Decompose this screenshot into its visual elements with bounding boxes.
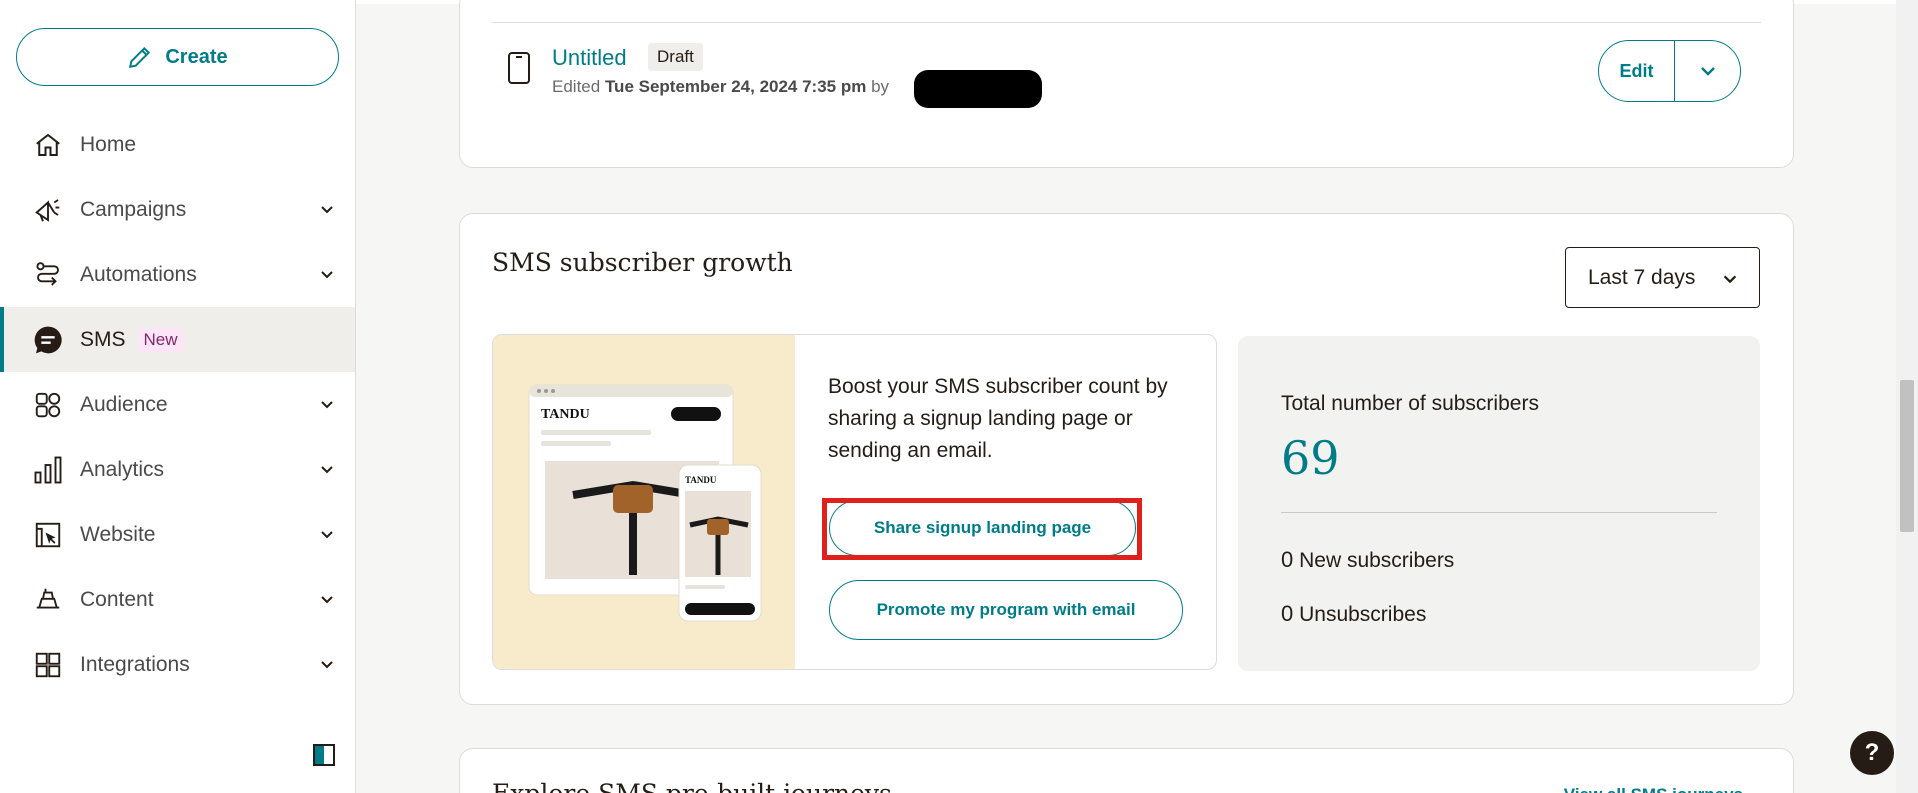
home-icon <box>32 129 64 161</box>
chevron-down-icon <box>321 271 333 279</box>
sidebar-item-sms[interactable]: SMS New <box>0 307 355 372</box>
edit-button[interactable]: Edit <box>1599 41 1675 101</box>
art-brand-text-small: TANDU <box>685 475 717 485</box>
create-label: Create <box>165 45 228 68</box>
chevron-down-icon <box>321 206 333 214</box>
sidebar-item-label: Audience <box>80 392 168 416</box>
divider <box>1281 512 1717 513</box>
divider <box>492 22 1761 23</box>
new-subscribers-label: New subscribers <box>1299 549 1455 572</box>
promo-panel: TANDU TANDU Boost your SMS subscriber co… <box>492 334 1217 670</box>
sidebar-item-label: SMS <box>80 327 126 351</box>
scrollbar-thumb[interactable] <box>1900 380 1914 532</box>
chevron-down-icon <box>1723 275 1737 284</box>
megaphone-icon <box>32 194 64 226</box>
view-all-link[interactable]: View all SMS journeys <box>1564 785 1743 793</box>
edited-meta: Edited Tue September 24, 2024 7:35 pm by <box>552 77 889 97</box>
total-subscribers-label: Total number of subscribers <box>1281 392 1539 415</box>
promo-text: Boost your SMS subscriber count by shari… <box>828 375 1168 462</box>
sidebar-item-content[interactable]: Content <box>0 567 355 632</box>
create-button[interactable]: Create <box>16 28 339 86</box>
art-brand-text: TANDU <box>541 407 590 422</box>
new-subscribers-row: 0 New subscribers <box>1281 547 1454 573</box>
total-subscribers-value: 69 <box>1281 431 1340 485</box>
sidebar-item-website[interactable]: Website <box>0 502 355 567</box>
website-icon <box>32 519 64 551</box>
sidebar-item-analytics[interactable]: Analytics <box>0 437 355 502</box>
redacted-name <box>914 70 1042 108</box>
sidebar-item-label: Automations <box>80 262 197 286</box>
sidebar-item-label: Website <box>80 522 156 546</box>
chevron-down-icon <box>1700 67 1715 76</box>
sidebar-item-label: Home <box>80 132 137 156</box>
unsubscribes-value: 0 <box>1281 601 1294 626</box>
chevron-down-icon <box>321 596 333 604</box>
chevron-down-icon <box>321 466 333 474</box>
sidebar-item-home[interactable]: Home <box>0 112 355 177</box>
sidebar-item-label: Campaigns <box>80 197 187 221</box>
new-badge: New <box>137 327 184 352</box>
sidebar-item-label: Content <box>80 587 154 611</box>
mobile-phone-icon <box>508 52 530 84</box>
sidebar-item-audience[interactable]: Audience <box>0 372 355 437</box>
sidebar-item-label: Analytics <box>80 457 165 481</box>
automation-icon <box>32 259 64 291</box>
illustration-graphic: TANDU TANDU <box>528 384 762 622</box>
status-badge: Draft <box>648 43 703 71</box>
section-title: SMS subscriber growth <box>492 248 793 277</box>
sidebar-nav: Home Campaigns Automations SMS New Audie… <box>0 112 355 697</box>
explore-card: Explore SMS pre-built journeys View all … <box>459 748 1794 793</box>
edited-prefix: Edited <box>552 77 601 96</box>
sms-growth-card: SMS subscriber growth Last 7 days TANDU … <box>459 213 1794 705</box>
content-icon <box>32 584 64 616</box>
campaign-title-link[interactable]: Untitled <box>552 45 627 71</box>
edit-dropdown-button[interactable] <box>1675 41 1740 101</box>
chevron-down-icon <box>321 661 333 669</box>
chevron-down-icon <box>321 531 333 539</box>
grid-icon <box>32 649 64 681</box>
promote-program-email-button[interactable]: Promote my program with email <box>829 580 1183 640</box>
collapse-sidebar-icon[interactable] <box>313 744 335 766</box>
sidebar-item-campaigns[interactable]: Campaigns <box>0 177 355 242</box>
date-range-select[interactable]: Last 7 days <box>1565 247 1760 308</box>
campaign-card: Untitled Draft Edited Tue September 24, … <box>459 0 1794 168</box>
edit-button-group: Edit <box>1598 40 1741 102</box>
landing-page-illustration: TANDU TANDU <box>493 335 795 669</box>
sidebar-item-label: Integrations <box>80 652 190 676</box>
edited-by: by <box>871 77 890 96</box>
bar-chart-icon <box>32 454 64 486</box>
sidebar-item-automations[interactable]: Automations <box>0 242 355 307</box>
help-button[interactable]: ? <box>1850 731 1894 775</box>
date-range-value: Last 7 days <box>1588 265 1696 289</box>
edited-date: Tue September 24, 2024 7:35 pm <box>604 77 867 96</box>
sidebar-item-integrations[interactable]: Integrations <box>0 632 355 697</box>
share-signup-landing-page-button[interactable]: Share signup landing page <box>829 500 1136 556</box>
scrollbar[interactable] <box>1896 0 1918 793</box>
explore-title: Explore SMS pre-built journeys <box>492 779 892 793</box>
pencil-icon <box>129 46 151 68</box>
chevron-down-icon <box>321 401 333 409</box>
audience-icon <box>32 389 64 421</box>
unsubscribes-row: 0 Unsubscribes <box>1281 601 1426 627</box>
chat-bubble-icon <box>32 324 64 356</box>
sidebar: Create Home Campaigns Automations SMS Ne… <box>0 0 356 793</box>
subscriber-stats-panel: Total number of subscribers 69 0 New sub… <box>1238 336 1760 671</box>
unsubscribes-label: Unsubscribes <box>1299 603 1427 626</box>
new-subscribers-value: 0 <box>1281 547 1294 572</box>
